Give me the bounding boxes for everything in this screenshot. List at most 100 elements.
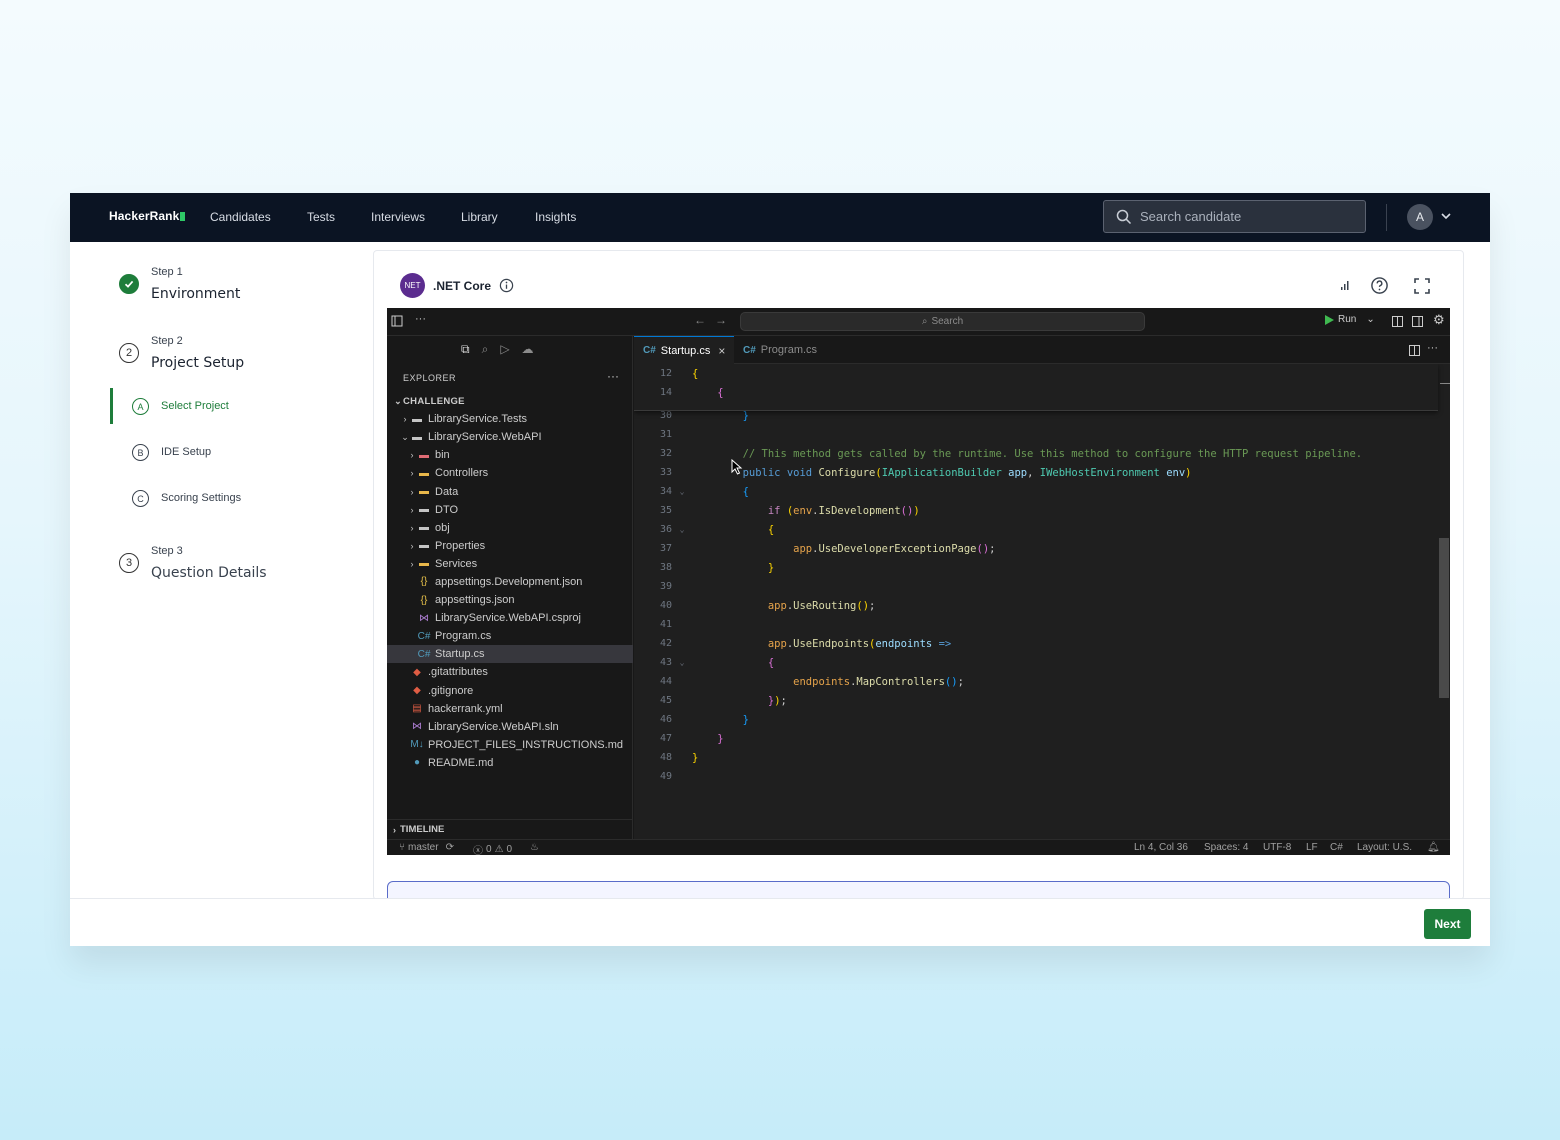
tree-item[interactable]: › ▬ obj [387, 519, 633, 537]
close-icon[interactable]: × [718, 344, 725, 358]
code-editor[interactable]: 12 {14 { 30 } 31 32 // This method gets cal… [634, 364, 1450, 839]
tree-item[interactable]: ● README.md [387, 754, 633, 772]
code-line[interactable]: 36 ⌄ { [634, 520, 1434, 539]
code-line[interactable]: 42 app.UseEndpoints(endpoints => [634, 634, 1434, 653]
substep-scoring-settings[interactable]: Scoring Settings [161, 492, 241, 504]
layout-icon[interactable] [1392, 316, 1403, 327]
command-search[interactable]: ⌕ Search [740, 312, 1145, 331]
code-line[interactable]: 48} [634, 748, 1434, 767]
tree-item[interactable]: ⋈ LibraryService.WebAPI.csproj [387, 609, 633, 627]
code-line[interactable]: 12 { [634, 364, 1434, 383]
arrow-right-icon[interactable]: → [715, 313, 727, 327]
substep-ide-setup[interactable]: IDE Setup [161, 446, 211, 458]
tree-item[interactable]: › ▬ Data [387, 482, 633, 500]
help-icon[interactable] [1370, 276, 1389, 295]
next-button[interactable]: Next [1424, 909, 1471, 939]
code-line[interactable]: 40 app.UseRouting(); [634, 596, 1434, 615]
code-line[interactable]: 45 }); [634, 691, 1434, 710]
step-3-title[interactable]: Question Details [151, 565, 267, 581]
tree-item[interactable]: ⌄ ▬ LibraryService.WebAPI [387, 428, 633, 446]
problems-indicator[interactable]: ⓧ 0 ⚠ 0 [473, 842, 512, 855]
indentation[interactable]: Spaces: 4 [1204, 842, 1248, 853]
code-line[interactable]: 38 } [634, 558, 1434, 577]
fullscreen-icon[interactable] [1414, 278, 1430, 294]
split-editor-icon[interactable] [1409, 345, 1420, 356]
tree-item[interactable]: ◆ .gitignore [387, 682, 633, 700]
code-line[interactable]: 46 } [634, 710, 1434, 729]
arrow-left-icon[interactable]: ← [694, 313, 706, 327]
line-ending[interactable]: LF [1306, 842, 1318, 853]
fold-chevron-icon[interactable]: ⌄ [672, 525, 692, 534]
cursor-position[interactable]: Ln 4, Col 36 [1134, 842, 1188, 853]
nav-link-insights[interactable]: Insights [535, 210, 576, 224]
chevron-down-icon[interactable]: ⌄ [400, 432, 410, 443]
timeline-section[interactable]: › TIMELINE [387, 819, 633, 839]
code-line[interactable]: 37 app.UseDeveloperExceptionPage(); [634, 539, 1434, 558]
language-mode[interactable]: C# [1330, 842, 1343, 853]
chevron-right-icon[interactable]: › [407, 450, 417, 460]
chevron-down-icon[interactable] [1439, 209, 1453, 223]
avatar[interactable]: A [1407, 204, 1433, 230]
editor-more-icon[interactable]: ··· [1427, 342, 1438, 354]
chevron-right-icon[interactable]: › [407, 487, 417, 497]
tree-item[interactable]: M↓ PROJECT_FILES_INSTRUCTIONS.md [387, 736, 633, 754]
gear-icon[interactable]: ⚙ [1433, 312, 1445, 328]
run-button[interactable]: Run ⌄ [1325, 314, 1375, 325]
nav-link-candidates[interactable]: Candidates [210, 210, 271, 224]
code-line[interactable]: 35 if (env.IsDevelopment()) [634, 501, 1434, 520]
chevron-down-icon[interactable]: ⌄ [1366, 314, 1374, 325]
info-icon[interactable] [499, 278, 514, 293]
code-line[interactable]: 47 } [634, 729, 1434, 748]
fold-chevron-icon[interactable]: ⌄ [672, 487, 692, 496]
code-line[interactable]: 44 endpoints.MapControllers(); [634, 672, 1434, 691]
step-2-title[interactable]: Project Setup [151, 355, 244, 371]
tree-item[interactable]: ◆ .gitattributes [387, 663, 633, 681]
nav-link-interviews[interactable]: Interviews [371, 210, 425, 224]
tree-item[interactable]: C# Startup.cs [387, 645, 633, 664]
tree-item[interactable]: › ▬ DTO [387, 501, 633, 519]
code-line[interactable]: 49 [634, 767, 1434, 786]
code-line[interactable]: 41 [634, 615, 1434, 634]
tree-item[interactable]: › ▬ Controllers [387, 464, 633, 482]
tab-startup-cs[interactable]: C# Startup.cs × [634, 336, 735, 364]
code-line[interactable]: 39 [634, 577, 1434, 596]
chevron-right-icon[interactable]: › [407, 559, 417, 569]
bell-icon[interactable]: 🔔︎ [1427, 842, 1440, 853]
tree-item[interactable]: {} appsettings.json [387, 591, 633, 609]
code-line[interactable]: 31 [634, 425, 1434, 444]
tree-item[interactable]: › ▬ Services [387, 555, 633, 573]
code-line[interactable]: 33 public void Configure(IApplicationBui… [634, 463, 1434, 482]
step-1-title[interactable]: Environment [151, 286, 240, 302]
tree-item[interactable]: › ▬ Properties [387, 537, 633, 555]
files-icon[interactable]: ⧉ [461, 342, 470, 357]
cloud-icon[interactable]: ☁ [522, 342, 534, 357]
chevron-right-icon[interactable]: › [400, 414, 410, 424]
tree-item[interactable]: {} appsettings.Development.json [387, 573, 633, 591]
editor-scrollbar[interactable] [1439, 538, 1449, 698]
explorer-more-icon[interactable]: ··· [607, 369, 619, 383]
more-actions-icon[interactable]: ··· [415, 313, 426, 325]
sync-icon[interactable]: ⟳ [446, 842, 454, 853]
search-icon[interactable]: ⌕ [482, 342, 489, 357]
code-line[interactable]: 34 ⌄ { [634, 482, 1434, 501]
tree-section-challenge[interactable]: ⌄ CHALLENGE [387, 392, 633, 410]
panel-toggle-icon[interactable] [1412, 316, 1423, 327]
chevron-right-icon[interactable]: › [407, 541, 417, 551]
code-line[interactable]: 43 ⌄ { [634, 653, 1434, 672]
run-debug-icon[interactable]: ▷ [500, 342, 509, 357]
nav-link-library[interactable]: Library [461, 210, 498, 224]
tree-item[interactable]: C# Program.cs [387, 627, 633, 645]
fold-chevron-icon[interactable]: ⌄ [672, 658, 692, 667]
tab-program-cs[interactable]: C# Program.cs [734, 336, 826, 364]
chevron-right-icon[interactable]: › [407, 468, 417, 478]
substep-select-project[interactable]: Select Project [161, 400, 229, 412]
chevron-down-icon[interactable]: ⌄ [393, 396, 403, 407]
chevron-right-icon[interactable]: › [407, 523, 417, 533]
tree-item[interactable]: › ▬ LibraryService.Tests [387, 410, 633, 428]
nav-link-tests[interactable]: Tests [307, 210, 335, 224]
tree-item[interactable]: › ▬ bin [387, 446, 633, 464]
flame-icon[interactable]: ♨ [530, 842, 539, 853]
code-line[interactable]: 14 { [634, 383, 1434, 402]
hackerrank-logo[interactable]: HackerRank [109, 209, 186, 223]
signal-bars-icon[interactable] [1340, 279, 1350, 291]
